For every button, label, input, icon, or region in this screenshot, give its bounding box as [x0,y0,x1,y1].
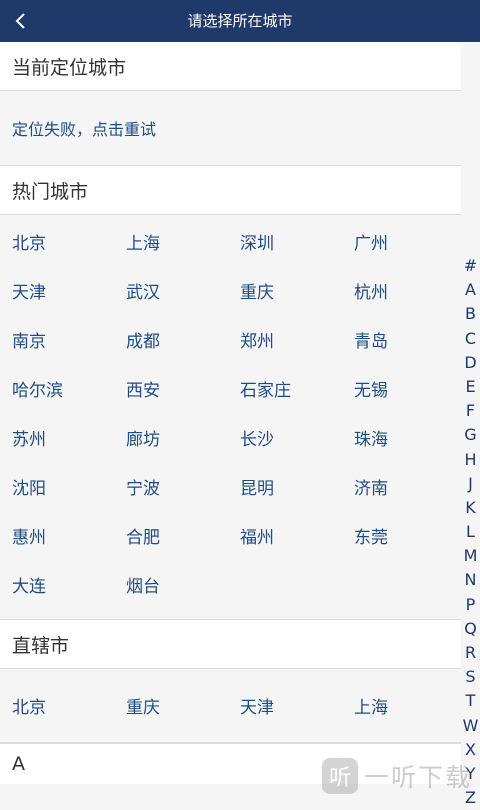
city-item[interactable]: 深圳 [240,217,354,266]
current-location-header: 当前定位城市 [0,42,461,91]
retry-location-button[interactable]: 定位失败，点击重试 [0,91,461,166]
city-item[interactable]: 东莞 [354,511,468,560]
city-item[interactable]: 北京 [12,217,126,266]
index-letter[interactable]: N [461,568,480,592]
city-item[interactable]: 廊坊 [126,413,240,462]
city-item[interactable]: 北京 [12,681,126,730]
index-letter[interactable]: C [461,327,480,351]
city-item[interactable]: 昆明 [240,462,354,511]
city-item[interactable]: 合肥 [126,511,240,560]
index-letter[interactable]: H [461,448,480,472]
city-list[interactable]: 当前定位城市 定位失败，点击重试 热门城市 北京 上海 深圳 广州 天津 武汉 … [0,42,461,784]
municipalities-header: 直辖市 [0,620,461,669]
city-item[interactable]: 杭州 [354,266,468,315]
city-item[interactable]: 宁波 [126,462,240,511]
city-item[interactable]: 苏州 [12,413,126,462]
city-item[interactable]: 石家庄 [240,364,354,413]
city-item[interactable]: 武汉 [126,266,240,315]
index-letter[interactable]: G [461,423,480,447]
index-letter[interactable]: D [461,351,480,375]
index-letter[interactable]: W [461,714,480,738]
city-item[interactable]: 大连 [12,560,126,609]
city-item[interactable]: 上海 [354,681,468,730]
city-item[interactable]: 成都 [126,315,240,364]
top-bar: 请选择所在城市 [0,0,480,42]
city-item[interactable]: 郑州 [240,315,354,364]
city-item[interactable]: 济南 [354,462,468,511]
alphabet-index-bar[interactable]: # A B C D E F G H J K L M N P Q R S T W … [461,254,480,810]
watermark-logo-icon: 听 [322,758,358,794]
city-item[interactable]: 沈阳 [12,462,126,511]
municipalities-grid: 北京 重庆 天津 上海 [0,669,461,743]
index-letter[interactable]: T [461,689,480,713]
city-item[interactable]: 珠海 [354,413,468,462]
page-title: 请选择所在城市 [187,12,293,30]
city-item[interactable]: 重庆 [126,681,240,730]
index-letter[interactable]: B [461,302,480,326]
city-item[interactable]: 上海 [126,217,240,266]
city-item[interactable]: 青岛 [354,315,468,364]
city-item[interactable]: 无锡 [354,364,468,413]
watermark: 听 一听下载 [322,756,480,796]
city-item[interactable]: 南京 [12,315,126,364]
index-letter[interactable]: L [461,520,480,544]
city-item[interactable]: 重庆 [240,266,354,315]
index-letter[interactable]: E [461,375,480,399]
index-letter[interactable]: F [461,399,480,423]
city-item[interactable]: 烟台 [126,560,240,609]
index-letter[interactable]: K [461,496,480,520]
city-item[interactable]: 天津 [12,266,126,315]
index-letter[interactable]: P [461,593,480,617]
index-letter[interactable]: M [461,544,480,568]
city-item[interactable]: 福州 [240,511,354,560]
city-item[interactable]: 广州 [354,217,468,266]
index-letter[interactable]: J [461,472,480,496]
index-letter[interactable]: S [461,665,480,689]
index-letter[interactable]: # [461,254,480,278]
index-letter[interactable]: Q [461,617,480,641]
city-item[interactable]: 哈尔滨 [12,364,126,413]
index-letter[interactable]: A [461,278,480,302]
city-item[interactable]: 西安 [126,364,240,413]
city-item[interactable]: 天津 [240,681,354,730]
index-letter[interactable]: R [461,641,480,665]
watermark-text: 一听下载 [364,763,473,792]
city-item[interactable]: 惠州 [12,511,126,560]
hot-cities-grid: 北京 上海 深圳 广州 天津 武汉 重庆 杭州 南京 成都 郑州 青岛 哈尔滨 … [0,215,461,620]
hot-cities-header: 热门城市 [0,166,461,215]
city-item[interactable]: 长沙 [240,413,354,462]
